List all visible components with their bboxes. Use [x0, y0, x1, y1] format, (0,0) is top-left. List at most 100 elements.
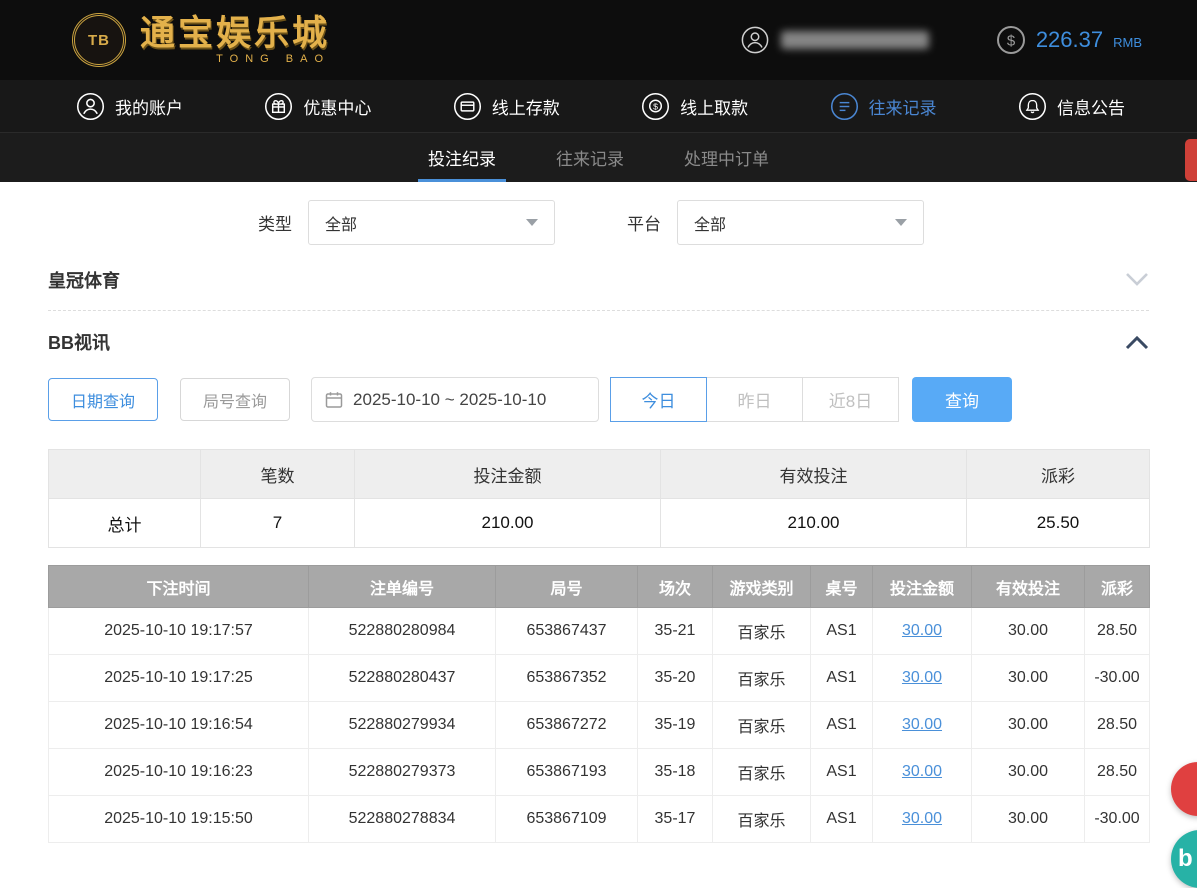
- cell-order-id: 522880280437: [308, 654, 496, 702]
- withdraw-coin-icon: $: [642, 92, 670, 120]
- nav-item-deposit[interactable]: 线上存款: [453, 92, 560, 121]
- today-button[interactable]: 今日: [610, 377, 708, 422]
- cell-bet-time: 2025-10-10 19:16:23: [48, 748, 309, 796]
- last-8-days-button[interactable]: 近8日: [802, 377, 900, 422]
- table-row: 2025-10-10 19:15:50 522880278834 6538671…: [48, 795, 1150, 843]
- nav-label: 往来记录: [868, 98, 937, 118]
- platform-select[interactable]: 全部: [677, 200, 924, 245]
- chevron-down-icon[interactable]: [1125, 272, 1149, 287]
- col-game-type: 游戏类别: [712, 565, 811, 608]
- bet-amount-link[interactable]: 30.00: [902, 622, 942, 639]
- cell-table-no: AS1: [810, 607, 873, 655]
- chevron-up-icon[interactable]: [1125, 335, 1149, 350]
- cell-bet-amount: 30.00: [872, 654, 972, 702]
- records-header-row: 下注时间 注单编号 局号 场次 游戏类别 桌号 投注金额 有效投注 派彩: [48, 565, 1150, 608]
- cell-round-id: 653867193: [495, 748, 638, 796]
- summary-header-count: 笔数: [200, 449, 355, 499]
- cell-bet-amount: 30.00: [872, 701, 972, 749]
- main-nav: 我的账户 优惠中心 线上存款 $ 线上取款 往来记录 信息公告: [0, 80, 1197, 132]
- round-query-button[interactable]: 局号查询: [180, 378, 291, 421]
- date-range-input[interactable]: 2025-10-10 ~ 2025-10-10: [311, 377, 600, 422]
- tab-pending-orders[interactable]: 处理中订单: [680, 133, 773, 182]
- date-query-button[interactable]: 日期查询: [48, 378, 159, 421]
- cell-round-id: 653867109: [495, 795, 638, 843]
- svg-text:$: $: [653, 101, 658, 111]
- col-bet-amount: 投注金额: [872, 565, 972, 608]
- nav-item-promotions[interactable]: 优惠中心: [264, 92, 371, 121]
- summary-header-valid-bet: 有效投注: [660, 449, 967, 499]
- col-round-id: 局号: [495, 565, 638, 608]
- table-row: 2025-10-10 19:16:54 522880279934 6538672…: [48, 701, 1150, 749]
- cell-round-id: 653867272: [495, 701, 638, 749]
- cell-session: 35-19: [637, 701, 713, 749]
- summary-total-label: 总计: [48, 498, 201, 548]
- tab-transaction-records[interactable]: 往来记录: [552, 133, 628, 182]
- side-flag-widget[interactable]: [1185, 139, 1197, 181]
- col-session: 场次: [637, 565, 713, 608]
- records-icon: [830, 92, 858, 120]
- nav-item-transaction-records[interactable]: 往来记录: [830, 92, 937, 121]
- bet-amount-link[interactable]: 30.00: [902, 810, 942, 827]
- filter-row: 类型 全部 平台 全部: [258, 200, 1149, 245]
- table-row: 2025-10-10 19:17:25 522880280437 6538673…: [48, 654, 1150, 702]
- cell-payout: -30.00: [1084, 795, 1150, 843]
- bet-amount-link[interactable]: 30.00: [902, 669, 942, 686]
- cell-order-id: 522880279934: [308, 701, 496, 749]
- records-table: 下注时间 注单编号 局号 场次 游戏类别 桌号 投注金额 有效投注 派彩 202…: [48, 565, 1150, 843]
- cell-table-no: AS1: [810, 795, 873, 843]
- cell-valid-bet: 30.00: [971, 795, 1085, 843]
- chevron-down-icon: [526, 219, 538, 226]
- gift-icon: [265, 92, 293, 120]
- type-select-value: 全部: [325, 216, 358, 234]
- summary-count: 7: [200, 498, 355, 548]
- cell-round-id: 653867352: [495, 654, 638, 702]
- nav-item-announcements[interactable]: 信息公告: [1018, 92, 1125, 121]
- chat-button-label: b: [1178, 845, 1193, 872]
- tab-label: 往来记录: [556, 150, 624, 169]
- yesterday-button[interactable]: 昨日: [706, 377, 804, 422]
- summary-header-row: 笔数 投注金额 有效投注 派彩: [48, 449, 1150, 499]
- section-bb-video[interactable]: BB视讯: [48, 311, 1149, 373]
- summary-header-bet-amount: 投注金额: [354, 449, 661, 499]
- bet-amount-link[interactable]: 30.00: [902, 763, 942, 780]
- table-row: 2025-10-10 19:17:57 522880280984 6538674…: [48, 607, 1150, 655]
- bet-amount-link[interactable]: 30.00: [902, 716, 942, 733]
- search-button[interactable]: 查询: [912, 377, 1013, 422]
- section-title: 皇冠体育: [48, 270, 120, 291]
- cell-valid-bet: 30.00: [971, 654, 1085, 702]
- cell-table-no: AS1: [810, 748, 873, 796]
- cell-order-id: 522880279373: [308, 748, 496, 796]
- cell-session: 35-20: [637, 654, 713, 702]
- col-order-id: 注单编号: [308, 565, 496, 608]
- cell-bet-amount: 30.00: [872, 607, 972, 655]
- cell-bet-time: 2025-10-10 19:15:50: [48, 795, 309, 843]
- cell-session: 35-17: [637, 795, 713, 843]
- cell-game-type: 百家乐: [712, 607, 811, 655]
- user-icon: [76, 92, 105, 120]
- cell-session: 35-21: [637, 607, 713, 655]
- summary-payout: 25.50: [966, 498, 1150, 548]
- nav-label: 优惠中心: [303, 98, 372, 118]
- nav-item-my-account[interactable]: 我的账户: [76, 92, 183, 121]
- col-payout: 派彩: [1084, 565, 1150, 608]
- deposit-card-icon: [453, 92, 481, 120]
- bell-icon: [1018, 92, 1046, 120]
- cell-valid-bet: 30.00: [971, 701, 1085, 749]
- section-crown-sports[interactable]: 皇冠体育: [48, 249, 1149, 311]
- cell-payout: 28.50: [1084, 701, 1150, 749]
- brand-logo[interactable]: TB 通宝娱乐城 TONG BAO: [72, 13, 330, 67]
- type-filter-label: 类型: [258, 215, 292, 234]
- type-select[interactable]: 全部: [308, 200, 555, 245]
- section-title: BB视讯: [48, 333, 110, 353]
- tab-label: 投注纪录: [428, 150, 496, 169]
- cell-game-type: 百家乐: [712, 748, 811, 796]
- username-redacted[interactable]: [780, 31, 929, 49]
- cell-bet-amount: 30.00: [872, 748, 972, 796]
- col-table-no: 桌号: [810, 565, 873, 608]
- nav-item-withdraw[interactable]: $ 线上取款: [641, 92, 748, 121]
- cell-bet-time: 2025-10-10 19:16:54: [48, 701, 309, 749]
- brand-name-cn: 通宝娱乐城: [140, 13, 331, 53]
- tab-bet-records[interactable]: 投注纪录: [418, 133, 506, 182]
- cell-game-type: 百家乐: [712, 795, 811, 843]
- balance[interactable]: $ 226.37 RMB: [996, 25, 1142, 55]
